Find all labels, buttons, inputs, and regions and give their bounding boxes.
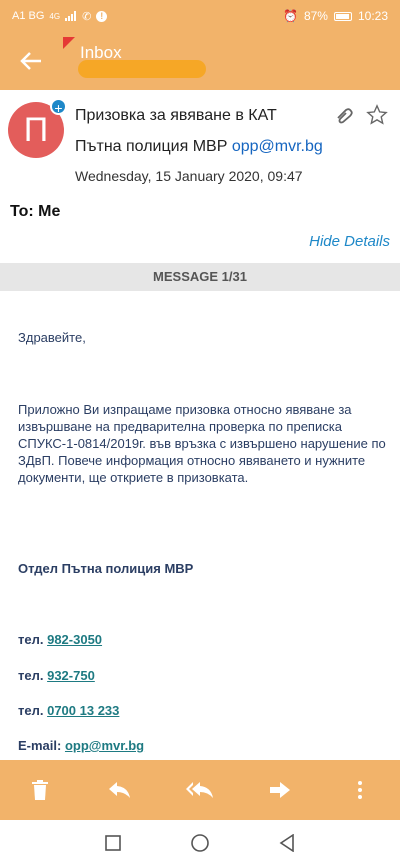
reply-button[interactable] bbox=[95, 765, 145, 815]
message-header: П + Призовка за явяване в КАТ Пътна поли… bbox=[0, 90, 400, 353]
forward-button[interactable] bbox=[255, 765, 305, 815]
tel-label: тел. bbox=[18, 632, 44, 647]
sender-name: Пътна полиция МВР bbox=[75, 138, 228, 155]
add-contact-icon[interactable]: + bbox=[50, 98, 67, 116]
status-bar: A1 BG 4G ✆ ! ⏰ 87% 10:23 bbox=[0, 0, 400, 32]
message-subject: Призовка за явяване в КАТ bbox=[75, 107, 277, 124]
reply-icon bbox=[109, 782, 130, 798]
attachment-icon[interactable] bbox=[334, 108, 354, 129]
phone-line-2: тел. 932-750 bbox=[18, 667, 388, 684]
sender-email-link[interactable]: opp@mvr.bg bbox=[232, 138, 323, 155]
delete-button[interactable] bbox=[15, 765, 65, 815]
alarm-icon: ⏰ bbox=[282, 9, 298, 23]
sender-line: Пътна полиция МВР opp@mvr.bg bbox=[75, 138, 323, 156]
reply-all-button[interactable] bbox=[175, 765, 225, 815]
network-label: 4G bbox=[49, 11, 61, 21]
message-date: Wednesday, 15 January 2020, 09:47 bbox=[75, 168, 303, 184]
message-counter: MESSAGE 1/31 bbox=[0, 263, 400, 291]
phone-icon: ✆ bbox=[82, 10, 92, 23]
battery-percent: 87% bbox=[303, 9, 328, 23]
back-button[interactable] bbox=[0, 32, 62, 90]
alert-icon: ! bbox=[96, 10, 108, 22]
email-label: E-mail: bbox=[18, 738, 62, 753]
reply-all-icon bbox=[186, 782, 213, 798]
battery-icon bbox=[333, 11, 352, 21]
phone-link-1[interactable]: 982-3050 bbox=[47, 632, 102, 647]
star-icon[interactable] bbox=[366, 104, 388, 131]
phone-link-3[interactable]: 0700 13 233 bbox=[47, 703, 119, 718]
flag-marker bbox=[63, 37, 75, 49]
clock: 10:23 bbox=[357, 9, 388, 23]
hide-details-link[interactable]: Hide Details bbox=[309, 233, 390, 250]
message-body: Здравейте, Приложно Ви изпращаме призовк… bbox=[0, 291, 400, 760]
phone-line-1: тел. 982-3050 bbox=[18, 631, 388, 648]
signature-department: Отдел Пътна полиция МВР bbox=[18, 561, 194, 576]
phone-line-3: тел. 0700 13 233 bbox=[18, 702, 388, 719]
redaction-mark bbox=[78, 60, 206, 78]
recents-button[interactable] bbox=[98, 828, 128, 858]
home-button[interactable] bbox=[185, 828, 215, 858]
recipient-line: To: Me bbox=[10, 203, 61, 220]
more-button[interactable] bbox=[335, 765, 385, 815]
tel-label: тел. bbox=[18, 703, 44, 718]
carrier-label: A1 BG bbox=[12, 10, 45, 22]
email-view-screen: A1 BG 4G ✆ ! ⏰ 87% 10:23 Inbox П + Призо… bbox=[0, 0, 400, 866]
phone-link-2[interactable]: 932-750 bbox=[47, 668, 95, 683]
greeting-text: Здравейте, bbox=[18, 330, 86, 345]
email-line: E-mail: opp@mvr.bg bbox=[18, 737, 388, 754]
triangle-back-icon bbox=[279, 834, 294, 852]
square-icon bbox=[105, 835, 122, 851]
email-link[interactable]: opp@mvr.bg bbox=[65, 738, 144, 753]
more-vert-icon bbox=[358, 781, 362, 799]
circle-icon bbox=[191, 834, 209, 852]
action-bar bbox=[0, 760, 400, 820]
back-arrow-icon bbox=[20, 52, 41, 70]
tel-label: тел. bbox=[18, 668, 44, 683]
signal-icon bbox=[65, 11, 77, 21]
body-paragraph: Приложно Ви изпращаме призовка относно я… bbox=[18, 402, 386, 485]
trash-icon bbox=[32, 780, 48, 800]
nav-back-button[interactable] bbox=[272, 828, 302, 858]
forward-icon bbox=[270, 782, 290, 798]
system-nav-bar bbox=[0, 820, 400, 866]
